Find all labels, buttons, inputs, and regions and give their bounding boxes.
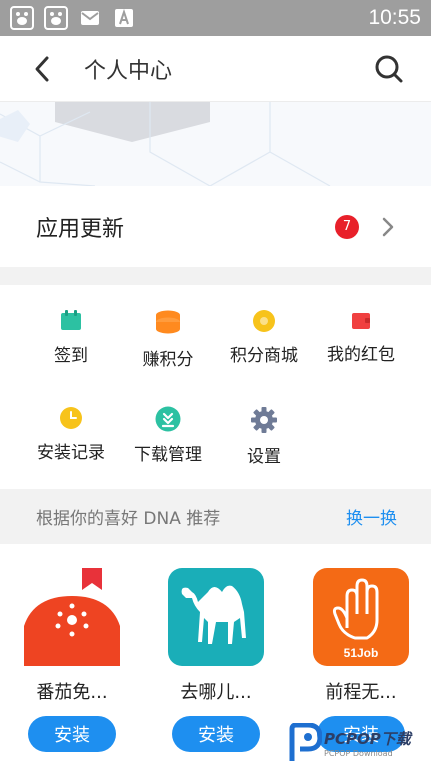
grid-item-red-envelope[interactable]: 我的红包 — [311, 285, 411, 365]
app-name: 前程无... — [325, 682, 397, 703]
grid-item-checkin[interactable]: 签到 — [21, 285, 121, 366]
tomato-novel-icon — [24, 568, 120, 666]
pcpop-logo-icon — [289, 723, 322, 761]
clock-time: 10:55 — [368, 6, 421, 29]
feature-grid: 签到 赚积分 积分商城 我的红包 安装记录 下载管理 设置 — [0, 285, 431, 489]
recommend-title: 根据你的喜好 DNA 推荐 — [36, 509, 221, 529]
refresh-button[interactable]: 换一换 — [346, 504, 397, 529]
profile-banner — [0, 102, 431, 186]
gold-coin-icon — [249, 309, 279, 333]
baidu-app-icon — [10, 6, 34, 30]
back-button[interactable] — [12, 36, 72, 102]
baidu-app-icon — [44, 6, 68, 30]
grid-item-earn-points[interactable]: 赚积分 — [118, 285, 218, 370]
app-update-row[interactable]: 应用更新 7 — [0, 186, 431, 267]
app-update-label: 应用更新 — [36, 216, 125, 242]
grid-item-label: 赚积分 — [142, 350, 194, 370]
app-card[interactable]: 番茄免... 安装 — [22, 544, 122, 771]
install-button[interactable]: 安装 — [172, 716, 260, 752]
header: 个人中心 — [0, 36, 431, 102]
grid-item-label: 设置 — [247, 447, 281, 467]
grid-item-label: 安装记录 — [37, 443, 105, 463]
hand-51job-icon: 51Job — [313, 568, 409, 666]
camel-icon — [168, 568, 264, 666]
watermark-brand: PCPOP下载 — [324, 730, 411, 748]
grid-item-label: 下载管理 — [134, 445, 202, 465]
update-count-badge: 7 — [335, 214, 359, 239]
app-name: 去哪儿... — [180, 682, 252, 703]
red-envelope-icon — [346, 309, 376, 332]
app-icon-text: 51Job — [343, 646, 379, 660]
mail-icon — [78, 6, 102, 30]
download-icon — [153, 406, 183, 432]
grid-item-label: 签到 — [54, 346, 88, 366]
grid-item-download-manager[interactable]: 下载管理 — [118, 382, 218, 465]
app-card[interactable]: 去哪儿... 安装 — [166, 544, 266, 771]
chevron-left-icon — [35, 56, 49, 81]
install-button[interactable]: 安装 — [28, 716, 116, 752]
grid-item-label: 我的红包 — [327, 345, 395, 365]
section-divider — [0, 267, 431, 285]
gear-icon — [249, 406, 279, 434]
app-name: 番茄免... — [36, 682, 108, 703]
coin-stack-icon — [153, 309, 183, 337]
search-icon — [375, 55, 403, 82]
calendar-icon — [56, 309, 86, 333]
page-title: 个人中心 — [84, 58, 173, 84]
search-button[interactable] — [369, 49, 409, 89]
font-app-icon — [112, 6, 136, 30]
grid-item-points-mall[interactable]: 积分商城 — [214, 285, 314, 366]
clock-icon — [56, 406, 86, 430]
grid-item-settings[interactable]: 设置 — [214, 382, 314, 467]
chevron-right-icon — [381, 216, 395, 238]
status-bar: 10:55 — [0, 0, 431, 36]
recommend-header: 根据你的喜好 DNA 推荐 换一换 — [0, 489, 431, 544]
grid-item-install-history[interactable]: 安装记录 — [21, 382, 121, 463]
watermark-sub: PCPOP Download — [324, 749, 393, 758]
pcpop-watermark: PCPOP下载 PCPOP Download — [288, 718, 428, 768]
grid-item-label: 积分商城 — [230, 346, 298, 366]
